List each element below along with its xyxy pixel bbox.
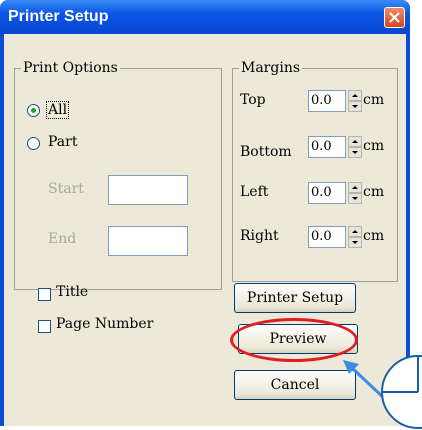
- end-input[interactable]: [108, 226, 188, 256]
- margin-left-label: Left: [240, 184, 269, 200]
- spin-up-icon[interactable]: [348, 136, 362, 147]
- margin-top-input[interactable]: 0.0: [308, 90, 346, 112]
- close-icon: [389, 12, 400, 23]
- margin-top-spinner[interactable]: [348, 90, 362, 112]
- end-label: End: [48, 231, 77, 247]
- margin-right-input[interactable]: 0.0: [308, 226, 346, 248]
- callout-circle-icon: [381, 355, 422, 429]
- radio-selected-dot: [31, 108, 36, 113]
- title-checkbox-label[interactable]: Title: [56, 284, 88, 300]
- page-number-checkbox-label[interactable]: Page Number: [56, 316, 153, 332]
- printer-setup-window: Printer Setup Print Options All Part Sta…: [0, 0, 410, 426]
- spin-down-icon[interactable]: [348, 147, 362, 158]
- margin-bottom-unit: cm: [363, 138, 385, 154]
- spin-down-icon[interactable]: [348, 193, 362, 204]
- radio-part[interactable]: [27, 137, 40, 150]
- start-input[interactable]: [108, 175, 188, 205]
- cancel-button[interactable]: Cancel: [234, 370, 356, 400]
- title-bar: Printer Setup: [0, 0, 410, 34]
- spin-up-icon[interactable]: [348, 90, 362, 101]
- margin-left-unit: cm: [363, 184, 385, 200]
- margin-top-unit: cm: [363, 92, 385, 108]
- margin-bottom-input[interactable]: 0.0: [308, 136, 346, 158]
- spin-down-icon[interactable]: [348, 237, 362, 248]
- margin-bottom-spinner[interactable]: [348, 136, 362, 158]
- start-label: Start: [48, 181, 84, 197]
- radio-all[interactable]: [27, 104, 40, 117]
- spin-down-icon[interactable]: [348, 101, 362, 112]
- margin-left-spinner[interactable]: [348, 182, 362, 204]
- radio-all-label[interactable]: All: [46, 101, 70, 119]
- window-title: Printer Setup: [8, 8, 109, 25]
- close-button[interactable]: [384, 7, 405, 28]
- printer-setup-button[interactable]: Printer Setup: [234, 283, 356, 313]
- margin-top-label: Top: [240, 92, 266, 108]
- highlight-ring: [230, 318, 358, 362]
- margin-left-input[interactable]: 0.0: [308, 182, 346, 204]
- margin-bottom-label: Bottom: [240, 144, 292, 160]
- print-options-legend: Print Options: [21, 60, 120, 76]
- margin-right-label: Right: [240, 228, 279, 244]
- margin-right-unit: cm: [363, 228, 385, 244]
- title-checkbox[interactable]: [38, 288, 51, 301]
- dialog-client-area: Print Options All Part Start End Margins…: [4, 34, 406, 426]
- margin-right-spinner[interactable]: [348, 226, 362, 248]
- radio-part-label[interactable]: Part: [48, 134, 77, 150]
- spin-up-icon[interactable]: [348, 182, 362, 193]
- margins-legend: Margins: [239, 60, 303, 76]
- spin-up-icon[interactable]: [348, 226, 362, 237]
- page-number-checkbox[interactable]: [38, 320, 51, 333]
